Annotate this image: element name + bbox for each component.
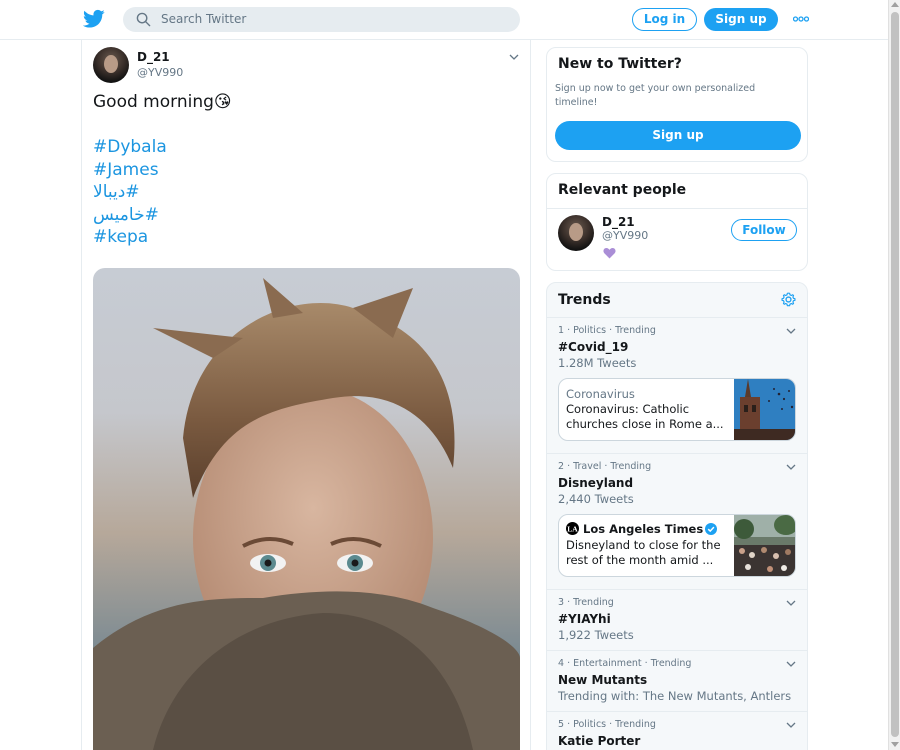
news-headline: Coronavirus: Catholic churches close in … [566,402,724,431]
trend-name[interactable]: #Covid_19 [558,340,628,354]
scrollbar-thumb[interactable] [891,12,899,737]
card-title: New to Twitter? [558,56,682,72]
news-topic: Coronavirus [566,387,635,401]
person-handle[interactable]: @YV990 [602,229,648,242]
trend-count: 2,440 Tweets [558,492,634,506]
avatar[interactable] [558,215,594,251]
trend-count: 1,922 Tweets [558,628,634,642]
trends-card: Trends 1 · Politics · Trending #Covid_19… [546,282,808,750]
scroll-up-arrow-icon[interactable] [891,2,899,7]
gear-icon[interactable] [781,292,796,307]
trend-meta: 1 · Politics · Trending [558,325,656,336]
tweet-text: Good morning😘 [93,92,232,112]
trend-item[interactable]: 4 · Entertainment · Trending New Mutants… [547,650,807,711]
news-source-name: Los Angeles Times [583,522,704,536]
trend-meta: 5 · Politics · Trending [558,719,656,730]
trend-count: Trending with: The New Mutants, Antlers [558,689,792,703]
trend-count: 1.28M Tweets [558,356,637,370]
news-card[interactable]: Coronavirus Coronavirus: Catholic church… [558,378,796,441]
trend-name[interactable]: #YIAYhi [558,612,611,626]
search-icon [136,12,151,27]
signup-cta-button[interactable]: Sign up [555,121,801,150]
chevron-down-icon[interactable] [786,661,796,667]
trend-item[interactable]: 1 · Politics · Trending #Covid_19 1.28M … [547,317,807,453]
photo-illustration [93,278,520,750]
relevant-people-card: Relevant people D_21 @YV990 Follow [546,173,808,271]
trend-item[interactable]: 5 · Politics · Trending Katie Porter [547,711,807,750]
divider [547,208,807,209]
scroll-down-arrow-icon[interactable] [891,742,899,747]
top-bar: Search Twitter Log in Sign up [0,0,888,40]
verified-badge-icon [705,523,718,535]
avatar[interactable] [93,47,129,83]
trend-name[interactable]: Katie Porter [558,734,640,748]
more-options-icon[interactable] [793,13,809,25]
chevron-down-icon[interactable] [786,722,796,728]
trend-name[interactable]: Disneyland [558,476,633,490]
card-title: Relevant people [558,182,687,198]
chevron-down-icon[interactable] [509,54,519,60]
trend-item[interactable]: 3 · Trending #YIAYhi 1,922 Tweets [547,589,807,650]
tweet-author-name[interactable]: D_21 [137,50,170,64]
twitter-logo-icon[interactable] [83,9,105,29]
tweet-author-handle[interactable]: @YV990 [137,66,183,79]
svg-text:LA: LA [567,524,578,533]
search-input[interactable]: Search Twitter [161,12,246,26]
hashtag-link[interactable]: #Dybala [93,136,167,159]
trend-item[interactable]: 2 · Travel · Trending Disneyland 2,440 T… [547,453,807,589]
news-card[interactable]: LA Los Angeles Times Disneyland to close … [558,514,796,577]
person-name[interactable]: D_21 [602,215,635,229]
chevron-down-icon[interactable] [786,464,796,470]
follow-button[interactable]: Follow [731,219,797,241]
purple-heart-icon [603,248,616,259]
login-button[interactable]: Log in [632,8,697,31]
page-scrollbar[interactable] [888,0,900,750]
news-thumbnail [734,379,795,440]
news-headline: Disneyland to close for the rest of the … [566,538,721,567]
tweet-column: D_21 @YV990 Good morning😘 #Dybala #James… [81,40,531,750]
news-source: LA Los Angeles Times [566,522,731,538]
card-description: Sign up now to get your own personalized… [555,83,756,108]
los-angeles-times-logo-icon: LA [566,522,579,535]
trend-meta: 3 · Trending [558,597,614,608]
tweet-hashtags: #Dybala #James #ديبالا #خاميس #kepa [93,136,167,249]
hashtag-link[interactable]: #ديبالا [93,181,140,204]
new-to-twitter-card: New to Twitter? Sign up now to get your … [546,47,808,162]
hashtag-link[interactable]: #خاميس [93,204,159,227]
trend-meta: 2 · Travel · Trending [558,461,652,472]
hashtag-link[interactable]: #kepa [93,226,167,249]
tweet-photo[interactable] [93,268,520,750]
search-bar[interactable]: Search Twitter [123,7,520,32]
chevron-down-icon[interactable] [786,600,796,606]
trend-meta: 4 · Entertainment · Trending [558,658,692,669]
chevron-down-icon[interactable] [786,328,796,334]
trend-name[interactable]: New Mutants [558,673,647,687]
hashtag-link[interactable]: #James [93,159,167,182]
signup-button[interactable]: Sign up [704,8,778,31]
card-title: Trends [558,292,611,308]
news-thumbnail [734,515,795,576]
